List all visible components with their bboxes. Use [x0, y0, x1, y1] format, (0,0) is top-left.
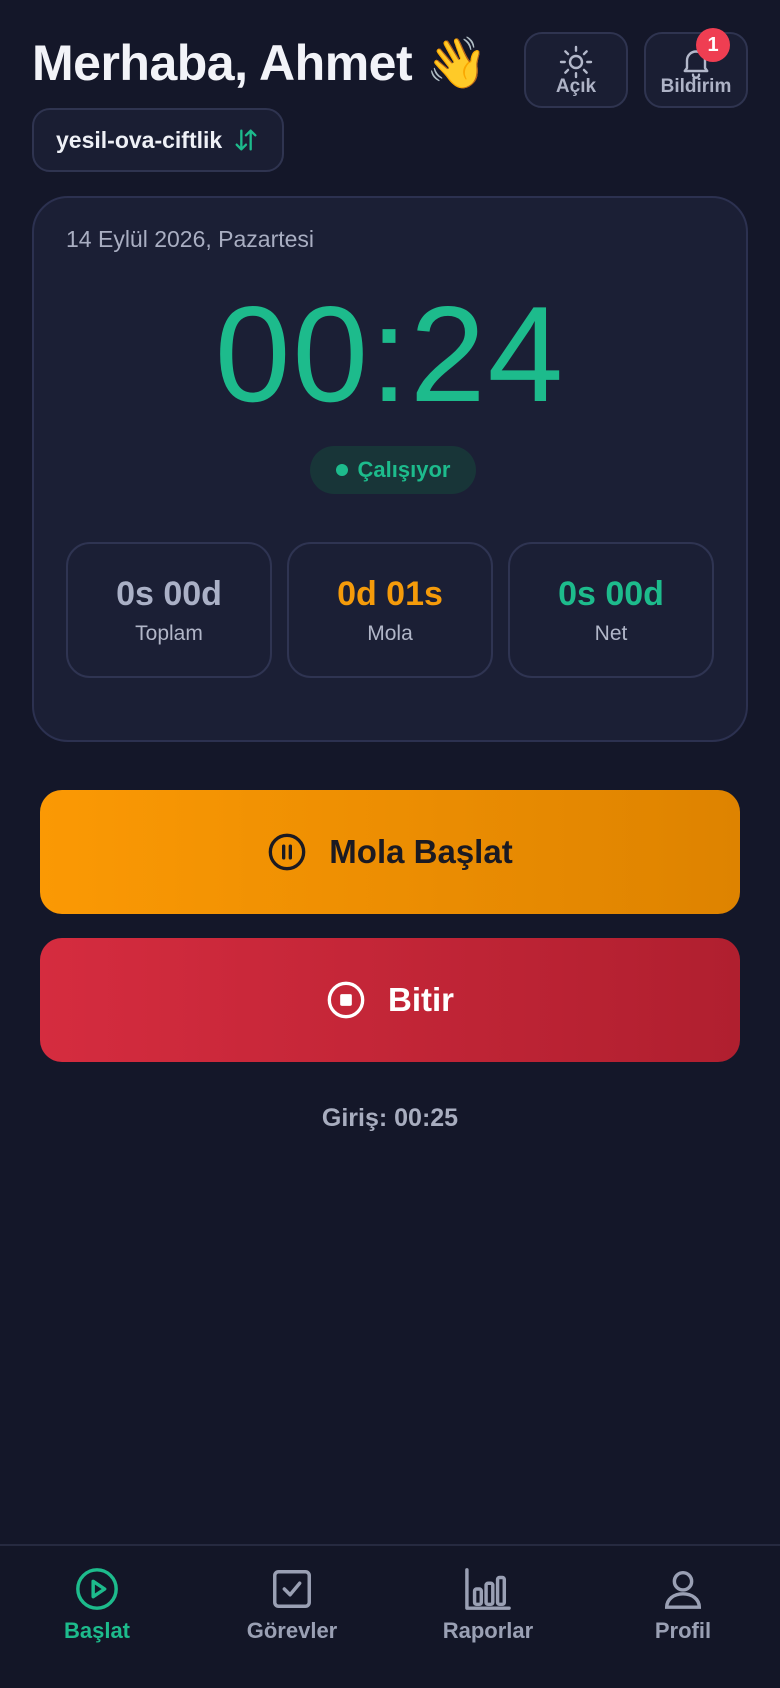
nav-label-profile: Profil: [654, 1618, 712, 1643]
current-date: 14 Eylül 2026, Pazartesi: [66, 226, 315, 252]
start-break-label: Mola Başlat: [329, 833, 513, 870]
elapsed-timer: 00:24: [214, 278, 566, 430]
bottom-nav: Başlat Görevler Raporlar Profil: [0, 1544, 780, 1688]
stat-break-label: Mola: [367, 621, 413, 645]
stat-total-label: Toplam: [135, 621, 203, 645]
nav-item-tasks[interactable]: Görevler: [212, 1560, 372, 1670]
stat-total: 0s 00d Toplam: [66, 542, 272, 678]
entry-time: Giriş: 00:25: [321, 1104, 459, 1132]
stat-net-label: Net: [594, 621, 628, 645]
start-break-button[interactable]: Mola Başlat: [40, 790, 740, 914]
nav-label-start: Başlat: [63, 1618, 131, 1643]
stat-break-value: 0d 01s: [337, 574, 443, 613]
notifications-button[interactable]: Bildirim 1: [644, 28, 748, 108]
farm-selector[interactable]: yesil-ova-ciftlik: [32, 108, 285, 172]
greeting-title: Merhaba, Ahmet 👋: [32, 35, 488, 91]
nav-label-reports: Raporlar: [442, 1618, 534, 1643]
notification-count-badge: 1: [696, 28, 730, 62]
app-screen: Merhaba, Ahmet 👋 Açık Bildirim 1 yesil-o…: [0, 0, 780, 1688]
nav-item-reports[interactable]: Raporlar: [408, 1560, 568, 1670]
finish-button[interactable]: Bitir: [40, 938, 740, 1062]
status-badge: Çalışıyor: [310, 446, 476, 494]
stop-circle-icon: [327, 981, 365, 1019]
stat-break: 0d 01s Mola: [287, 542, 493, 678]
farm-name: yesil-ova-ciftlik: [56, 126, 223, 153]
pause-circle-icon: [268, 833, 306, 871]
nav-label-tasks: Görevler: [246, 1618, 338, 1643]
swap-vertical-icon: [235, 129, 257, 151]
timer-card: 14 Eylül 2026, Pazartesi 00:24 Çalışıyor…: [32, 196, 748, 742]
sun-icon: [559, 45, 593, 79]
finish-label: Bitir: [388, 981, 454, 1018]
bar-chart-icon: [465, 1568, 511, 1610]
stat-total-value: 0s 00d: [116, 574, 222, 613]
user-icon: [664, 1570, 702, 1609]
stat-net-value: 0s 00d: [558, 574, 664, 613]
nav-item-profile[interactable]: Profil: [603, 1560, 763, 1670]
stat-net: 0s 00d Net: [508, 542, 714, 678]
status-dot: [335, 464, 348, 476]
nav-item-start[interactable]: Başlat: [17, 1560, 177, 1670]
status-text: Çalışıyor: [357, 457, 451, 482]
checkbox-icon: [273, 1570, 311, 1608]
theme-toggle-button[interactable]: Açık: [524, 32, 628, 108]
play-circle-icon: [76, 1568, 118, 1610]
